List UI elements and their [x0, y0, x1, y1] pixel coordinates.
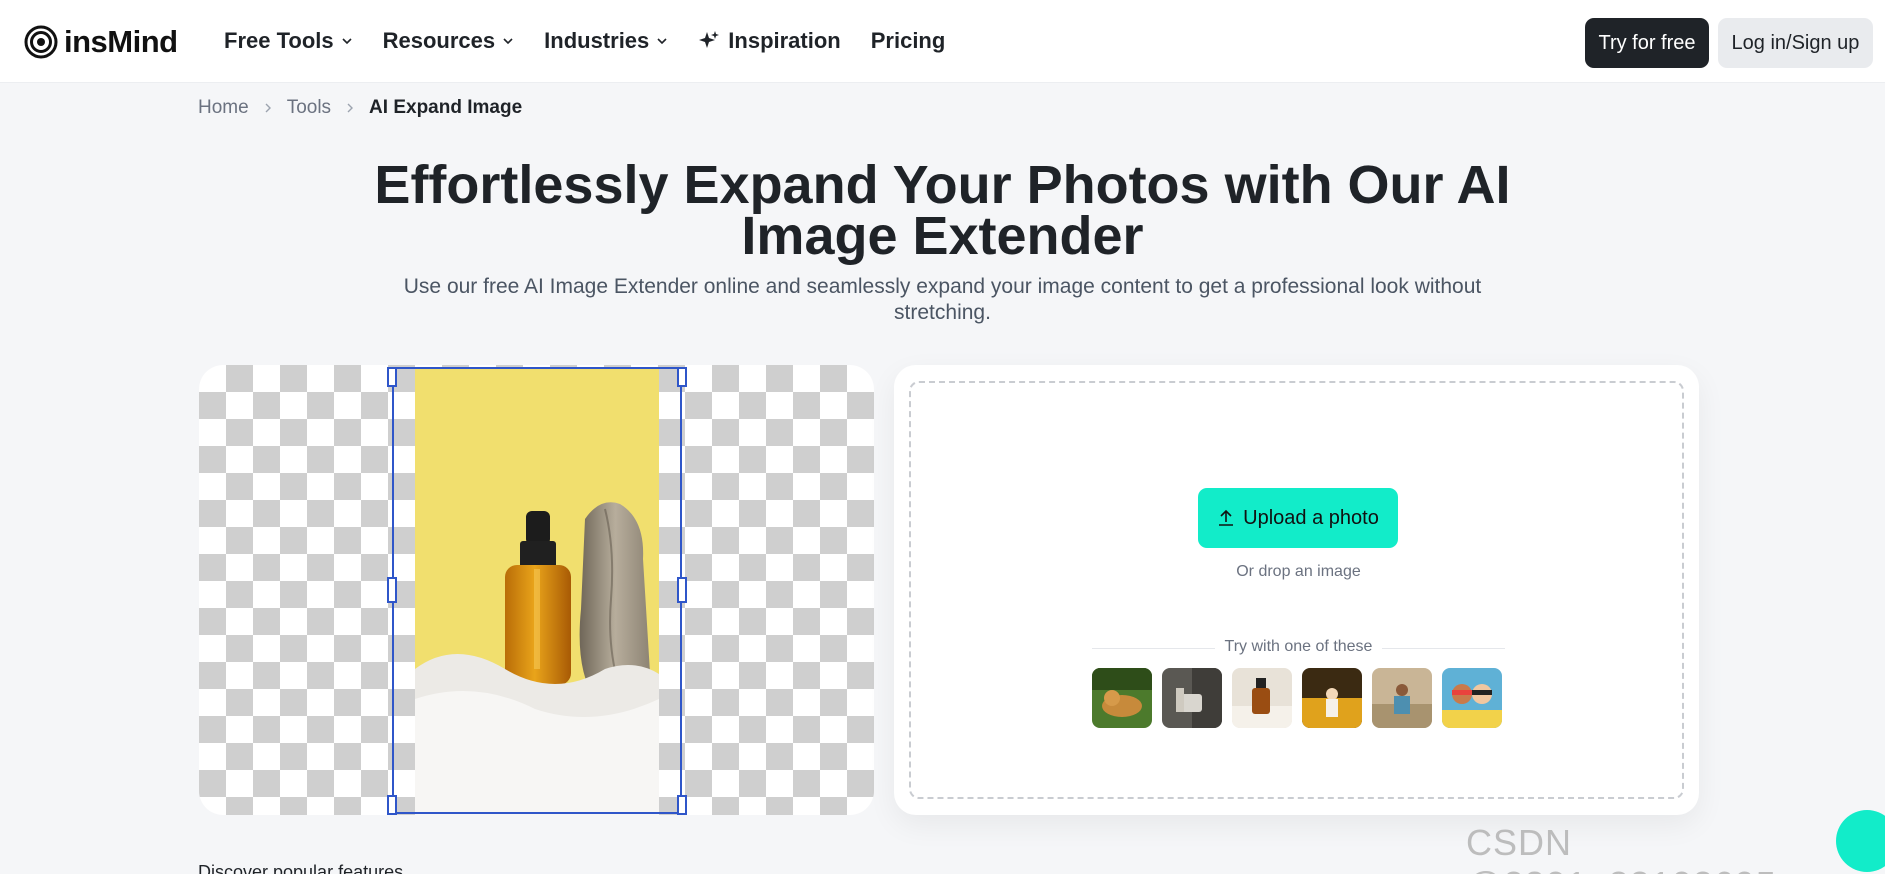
resize-handle-bottom-right[interactable] — [677, 795, 687, 815]
resize-handle-right[interactable] — [677, 577, 687, 603]
nav-pricing[interactable]: Pricing — [871, 28, 946, 54]
upload-button-label: Upload a photo — [1243, 506, 1379, 529]
sample-image-dog[interactable] — [1092, 668, 1152, 728]
main-nav: Free Tools Resources Industries Inspirat… — [224, 28, 975, 54]
sample-image-chair[interactable] — [1162, 668, 1222, 728]
login-signup-button[interactable]: Log in/Sign up — [1718, 18, 1873, 68]
breadcrumb: Home Tools AI Expand Image — [198, 97, 522, 119]
breadcrumb-current: AI Expand Image — [369, 97, 523, 118]
sample-image-bottle[interactable] — [1232, 668, 1292, 728]
watermark: CSDN @2301_82102695 — [1466, 822, 1776, 874]
section-heading: Discover popular features — [198, 862, 404, 874]
page-title: Effortlessly Expand Your Photos with Our… — [374, 155, 1511, 266]
chevron-down-icon — [342, 38, 352, 45]
sparkle-icon — [699, 31, 720, 48]
upload-photo-button[interactable]: Upload a photo — [1198, 488, 1398, 548]
drop-image-hint: Or drop an image — [1236, 563, 1361, 580]
breadcrumb-home[interactable]: Home — [198, 97, 249, 119]
nav-resources[interactable]: Resources — [383, 28, 515, 54]
image-dropzone[interactable]: Upload a photo Or drop an image Try with… — [909, 381, 1684, 799]
top-nav-bar: insMind Free Tools Resources Industries … — [0, 0, 1885, 83]
try-samples-text: Try with one of these — [1214, 638, 1383, 655]
breadcrumb-tools[interactable]: Tools — [287, 97, 331, 119]
chevron-right-icon — [265, 103, 271, 113]
expand-demo-image — [199, 365, 874, 815]
chevron-right-icon — [347, 103, 354, 113]
resize-handle-top-left[interactable] — [387, 367, 397, 387]
nav-free-tools[interactable]: Free Tools — [224, 28, 353, 54]
logo-text: insMind — [64, 24, 178, 59]
sample-image-flower-field[interactable] — [1302, 668, 1362, 728]
nav-industries[interactable]: Industries — [544, 28, 668, 54]
resize-handle-bottom-left[interactable] — [387, 795, 397, 815]
nav-label: Pricing — [870, 28, 946, 53]
sample-images — [1092, 668, 1502, 728]
upload-card: Upload a photo Or drop an image Try with… — [894, 365, 1699, 815]
expand-selection-frame[interactable] — [392, 367, 682, 814]
nav-label: Industries — [544, 28, 650, 53]
nav-label: Inspiration — [728, 28, 841, 53]
sample-image-woman-outdoors[interactable] — [1372, 668, 1432, 728]
try-samples-label: Try with one of these — [911, 638, 1686, 656]
page-subtitle: Use our free AI Image Extender online an… — [403, 275, 1482, 324]
resize-handle-top-right[interactable] — [677, 367, 687, 387]
logo[interactable]: insMind — [24, 24, 178, 60]
nav-label: Resources — [382, 28, 496, 53]
upload-icon — [1219, 509, 1234, 526]
chevron-down-icon — [503, 38, 513, 45]
resize-handle-left[interactable] — [387, 577, 397, 603]
nav-label: Free Tools — [224, 28, 334, 53]
sample-image-illustrated-women[interactable] — [1442, 668, 1502, 728]
chevron-down-icon — [657, 38, 667, 45]
nav-inspiration[interactable]: Inspiration — [698, 28, 841, 54]
try-for-free-button[interactable]: Try for free — [1585, 18, 1709, 68]
logo-icon — [24, 25, 58, 59]
